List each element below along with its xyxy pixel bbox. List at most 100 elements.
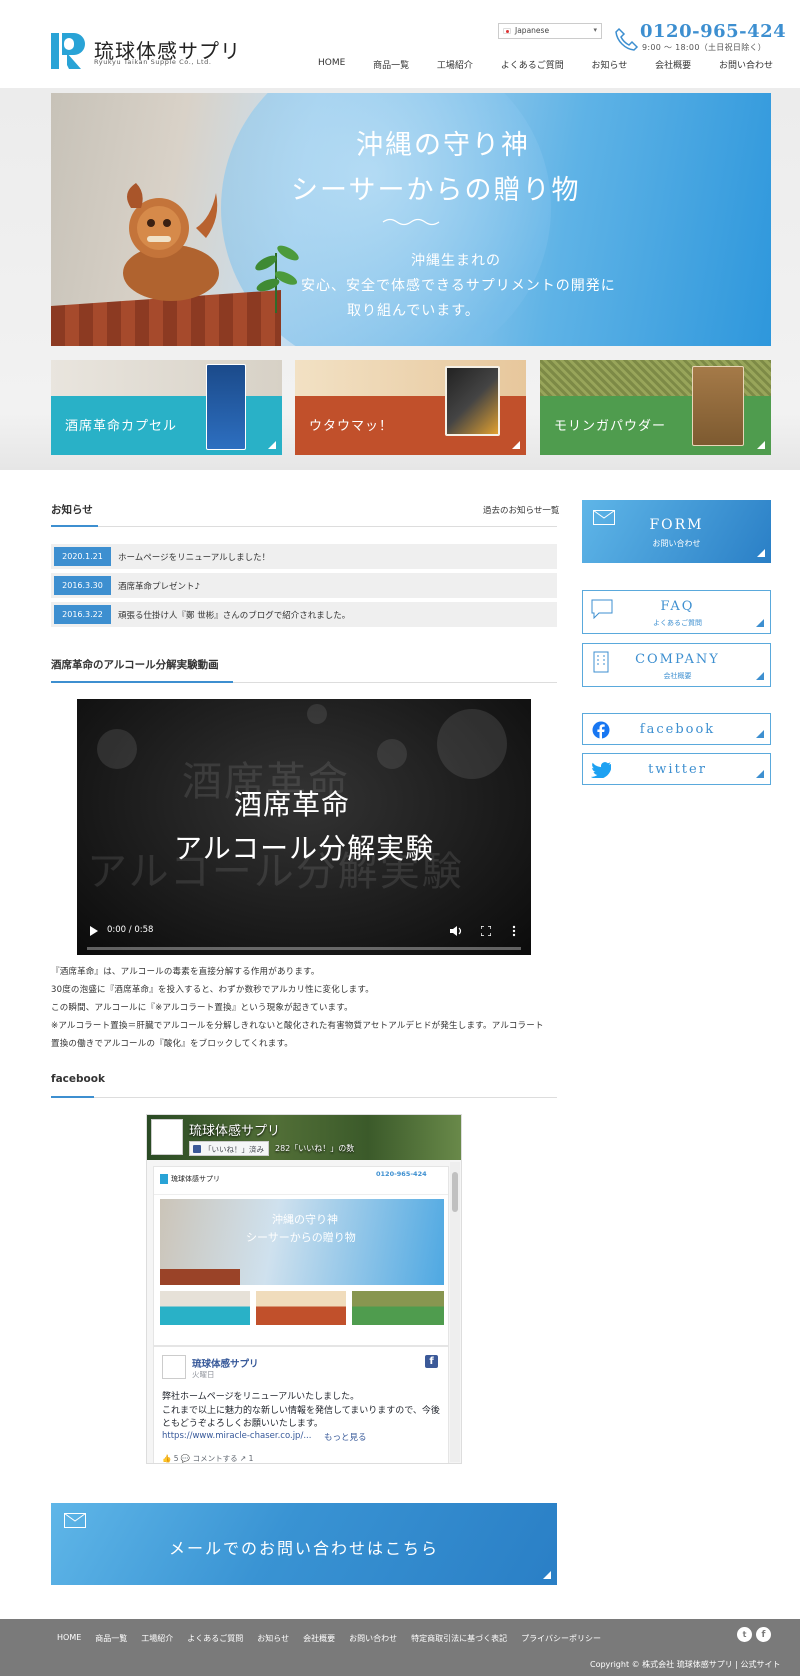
facebook-timeline[interactable]: 琉球体感サプリ 0120-965-424 沖縄の守り神 シーサーからの贈り物 琉… — [147, 1160, 461, 1463]
news-item[interactable]: 2020.1.21 ホームページをリニューアルしました！ — [51, 544, 557, 569]
post-preview-image[interactable]: 琉球体感サプリ 0120-965-424 沖縄の守り神 シーサーからの贈り物 — [153, 1166, 449, 1346]
play-icon[interactable] — [90, 926, 98, 936]
sidebar-company-button[interactable]: COMPANY 会社概要 — [582, 643, 771, 687]
post-text-line: 弊社ホームページをリニューアルいたしました。 — [162, 1392, 360, 1402]
product-card-moringa[interactable]: モリンガパウダー — [540, 360, 771, 455]
hero-text-line1: 沖縄生まれの — [411, 253, 501, 269]
hero-title-line2: シーサーからの贈り物 — [291, 175, 581, 206]
nav-factory[interactable]: 工場紹介 — [437, 58, 473, 74]
footer-nav-legal[interactable]: 特定商取引法に基づく表記 — [411, 1633, 507, 1644]
video-player[interactable]: 酒席革命 アルコール分解実験 酒席革命 アルコール分解実験 0:00 / 0:5… — [77, 699, 531, 955]
logo-subtitle: Ryukyu Taikan Supple Co., Ltd. — [94, 58, 212, 66]
product-card-shuseki-kakumei[interactable]: 酒席革命カプセル — [51, 360, 282, 455]
like-button-label: 「いいね！」済み — [204, 1145, 264, 1154]
footer-nav-faq[interactable]: よくあるご質問 — [187, 1633, 243, 1644]
footer-nav-contact[interactable]: お問い合わせ — [349, 1633, 397, 1644]
preview-product-1 — [160, 1291, 250, 1325]
footer-nav-news[interactable]: お知らせ — [257, 1633, 289, 1644]
nav-faq[interactable]: よくあるご質問 — [501, 58, 564, 74]
sidebar-form-button[interactable]: FORM お問い合わせ — [582, 500, 771, 563]
form-subtitle: お問い合わせ — [652, 539, 701, 548]
mail-icon — [64, 1513, 86, 1528]
nav-products[interactable]: 商品一覧 — [373, 58, 409, 74]
hero-text-line2: 安心、安全で体感できるサプリメントの開発に — [301, 278, 616, 294]
bokeh-decoration — [97, 729, 137, 769]
facebook-likes-count: 282「いいね！」の数 — [275, 1144, 355, 1153]
news-item[interactable]: 2016.3.22 頑張る仕掛け人『鄭 世彬』さんのブログで紹介されました。 — [51, 602, 557, 627]
more-options-icon[interactable] — [512, 925, 516, 937]
nav-company[interactable]: 会社概要 — [655, 58, 691, 74]
description-line: 置換の働きでアルコールの『酸化』をブロックしてくれます。 — [51, 1039, 293, 1049]
logo-mark-icon[interactable] — [51, 33, 85, 69]
video-controls: 0:00 / 0:58 — [77, 912, 531, 955]
preview-logo — [160, 1174, 168, 1184]
phone-number[interactable]: 0120-965-424 — [640, 21, 786, 42]
news-archive-link[interactable]: 過去のお知らせ一覧 — [483, 504, 559, 516]
wave-ornament-icon — [382, 218, 440, 226]
volume-icon[interactable] — [449, 925, 463, 937]
heading-accent — [51, 681, 233, 683]
post-author[interactable]: 琉球体感サプリ — [192, 1356, 259, 1370]
footer-nav-factory[interactable]: 工場紹介 — [141, 1633, 173, 1644]
preview-hero-title2: シーサーからの贈り物 — [246, 1231, 356, 1244]
twitter-label: twitter — [648, 762, 707, 777]
product-label: モリンガパウダー — [554, 419, 667, 434]
scrollbar[interactable] — [450, 1162, 460, 1462]
video-title-line2: アルコール分解実験 — [174, 832, 435, 865]
news-item[interactable]: 2016.3.30 酒席革命プレゼント♪ — [51, 573, 557, 598]
form-title: FORM — [649, 517, 704, 533]
footer-facebook-icon[interactable]: f — [756, 1627, 771, 1642]
news-text: ホームページをリニューアルしました！ — [118, 553, 271, 563]
sidebar-faq-button[interactable]: FAQ よくあるご質問 — [582, 590, 771, 634]
corner-arrow-icon — [268, 441, 276, 449]
news-text: 酒席革命プレゼント♪ — [118, 582, 200, 592]
facebook-post: 琉球体感サプリ 火曜日 f 弊社ホームページをリニューアルいたしました。 これま… — [153, 1346, 449, 1463]
post-actions[interactable]: 👍 5 💬 コメントする ↗ 1 — [162, 1453, 253, 1463]
japan-flag-icon — [503, 28, 511, 34]
company-subtitle: 会社概要 — [663, 672, 692, 680]
post-date[interactable]: 火曜日 — [192, 1369, 215, 1380]
see-more-link[interactable]: もっと見る — [324, 1431, 367, 1443]
sidebar-facebook-button[interactable]: facebook — [582, 713, 771, 745]
nav-home[interactable]: HOME — [318, 58, 345, 74]
sidebar-twitter-button[interactable]: twitter — [582, 753, 771, 785]
faq-title: FAQ — [660, 599, 695, 614]
facebook-logo-icon: f — [425, 1355, 438, 1368]
post-avatar[interactable] — [162, 1355, 186, 1379]
video-progress-bar[interactable] — [87, 947, 521, 950]
divider — [51, 526, 557, 527]
language-select[interactable]: Japanese ▾ — [498, 23, 602, 39]
footer-twitter-icon[interactable]: t — [737, 1627, 752, 1642]
product-card-utaumah[interactable]: ウタウマッ！ — [295, 360, 526, 455]
product-label: 酒席革命カプセル — [65, 419, 178, 434]
video-section-heading: 酒席革命のアルコール分解実験動画 — [51, 659, 219, 671]
facebook-page-name[interactable]: 琉球体感サプリ — [189, 1120, 280, 1139]
nav-news[interactable]: お知らせ — [592, 58, 628, 74]
description-line: この瞬間、アルコールに『※アルコラート置換』という現象が起きています。 — [51, 1003, 353, 1013]
post-link[interactable]: https://www.miracle-chaser.co.jp/... — [162, 1431, 311, 1441]
plant-image — [255, 245, 299, 313]
divider — [51, 1097, 557, 1098]
facebook-page-avatar[interactable] — [151, 1119, 183, 1155]
preview-product-3 — [352, 1291, 444, 1325]
description-line: ※アルコラート置換＝肝臓でアルコールを分解しきれないと酸化された有害物質アセトア… — [51, 1021, 544, 1031]
scrollbar-thumb[interactable] — [452, 1172, 458, 1212]
site-header: 琉球体感サプリ Ryukyu Taikan Supple Co., Ltd. J… — [0, 0, 800, 88]
phone-icon — [615, 27, 639, 51]
mail-contact-banner[interactable]: メールでのお問い合わせはこちら — [51, 1503, 557, 1585]
corner-arrow-icon — [543, 1571, 551, 1579]
footer-nav-company[interactable]: 会社概要 — [303, 1633, 335, 1644]
facebook-like-button[interactable]: 「いいね！」済み — [189, 1141, 269, 1156]
product-package-image — [445, 366, 500, 436]
heading-accent — [51, 525, 98, 527]
product-package-image — [206, 364, 246, 450]
nav-contact[interactable]: お問い合わせ — [719, 58, 773, 74]
preview-roof — [160, 1269, 240, 1285]
preview-phone: 0120-965-424 — [376, 1170, 427, 1178]
corner-arrow-icon — [756, 730, 764, 738]
footer-nav-home[interactable]: HOME — [57, 1633, 81, 1644]
shisa-statue-image — [123, 183, 219, 301]
fullscreen-icon[interactable] — [481, 926, 491, 936]
footer-nav-products[interactable]: 商品一覧 — [95, 1633, 127, 1644]
footer-nav-privacy[interactable]: プライバシーポリシー — [521, 1633, 601, 1644]
